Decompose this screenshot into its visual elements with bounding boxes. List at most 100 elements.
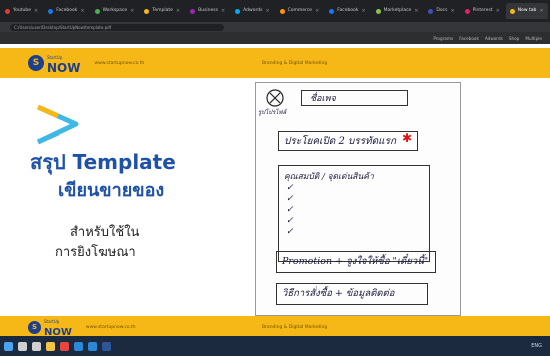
check-icon: ✓ [286, 205, 294, 215]
profile-image-label: รูปโปรไฟล์ [258, 109, 287, 116]
footer-site-url: www.startupnow.co.th [85, 324, 136, 330]
profile-circle-icon [266, 89, 284, 107]
page-name-label: ชื่อเพจ [310, 94, 336, 104]
tab-close-icon[interactable]: × [539, 3, 543, 19]
bookmark-item[interactable]: Shop [509, 36, 520, 41]
tab-favicon-icon [48, 8, 54, 14]
bookmark-item[interactable]: Programs [433, 36, 453, 41]
tab-favicon-icon [329, 8, 335, 14]
address-bar[interactable]: C:/Users/user/Desktop/StartUpNow/templat… [10, 23, 224, 31]
browser-tab[interactable]: Workspace × [91, 3, 139, 19]
system-tray-language[interactable]: ENG [531, 343, 542, 349]
task-view-icon[interactable] [32, 341, 41, 351]
mail-icon[interactable] [88, 341, 97, 351]
browser-tab-bar: Youtube × Facebook × Workspace × Template × Busi… [0, 0, 550, 22]
tab-close-icon[interactable]: × [450, 3, 454, 19]
tab-favicon-icon [144, 8, 150, 14]
tab-close-icon[interactable]: × [34, 3, 38, 19]
logo-big-text: NOW [44, 327, 72, 336]
check-icon: ✓ [286, 216, 294, 226]
slide-subtitle-line-2: การยิงโฆษณา [55, 245, 136, 260]
startupnow-logo: S StartUp NOW [28, 52, 80, 74]
browser-tab[interactable]: Pinterest × [461, 3, 504, 19]
tab-close-icon[interactable]: × [361, 3, 365, 19]
tab-favicon-icon [190, 8, 196, 14]
windows-taskbar: ENG [0, 336, 550, 356]
browser-tab[interactable]: Docs × [424, 3, 458, 19]
slide-header-bar: S StartUp NOW www.startupnow.co.th Brand… [0, 48, 550, 78]
tab-close-icon[interactable]: × [80, 3, 84, 19]
tab-label: Business [198, 8, 218, 13]
tab-label: Youtube [13, 8, 31, 13]
tab-label: Template [152, 8, 173, 13]
logo-small-text: StartUp [44, 319, 60, 324]
slide-title-line-1: สรุป Template [30, 150, 176, 174]
browser-tab[interactable]: New tab × [505, 3, 548, 19]
tab-close-icon[interactable]: × [176, 3, 180, 19]
store-icon[interactable] [74, 341, 83, 351]
star-mark-icon: ✱ [402, 131, 413, 145]
bookmark-item[interactable]: Adwords [485, 36, 503, 41]
browser-tab[interactable]: Youtube × [1, 3, 42, 19]
tab-favicon-icon [375, 8, 381, 14]
tab-favicon-icon [464, 8, 470, 14]
browser-tab[interactable]: Facebook × [325, 3, 369, 19]
tab-close-icon[interactable]: × [496, 3, 500, 19]
bookmark-item[interactable]: Facebook [459, 36, 479, 41]
check-icon: ✓ [286, 227, 294, 237]
promotion-label: Promotion + จูงใจให้ซื้อ "เดี๋ยวนี้" [282, 256, 429, 267]
browser-tab[interactable]: Adwords × [231, 3, 273, 19]
tab-close-icon[interactable]: × [315, 3, 319, 19]
browser-tab[interactable]: Marketplace × [372, 3, 423, 19]
check-icon: ✓ [286, 183, 294, 193]
slide-subtitle-line-1: สำหรับใช้ใน [70, 225, 140, 240]
tab-favicon-icon [428, 8, 434, 14]
opening-line-label: ประโยคเปิด 2 บรรทัดแรก [284, 136, 397, 147]
tab-label: New tab [517, 8, 537, 13]
tab-label: Facebook [56, 8, 78, 13]
tab-favicon-icon [235, 8, 241, 14]
tab-label: Facebook [337, 8, 359, 13]
handwritten-note-paper: ชื่อเพจ รูปโปรไฟล์ ประโยคเปิด 2 บรรทัดแร… [255, 82, 461, 316]
benefits-label: คุณสมบัติ / จุดเด่นสินค้า [284, 172, 374, 182]
play-arrow-logo-icon [36, 104, 79, 145]
startupnow-footer-logo: S StartUp NOW [28, 316, 72, 336]
logo-mark-icon: S [28, 320, 41, 334]
tab-favicon-icon [5, 8, 10, 14]
tab-label: Adwords [243, 8, 263, 13]
tab-favicon-icon [279, 8, 285, 14]
tab-close-icon[interactable]: × [221, 3, 225, 19]
browser-tab[interactable]: Commerce × [276, 3, 324, 19]
footer-tagline: Branding & Digital Marketing [262, 324, 328, 330]
browser-tab[interactable]: Template × [140, 3, 184, 19]
tab-label: Docs [436, 8, 448, 13]
word-icon[interactable] [102, 341, 111, 351]
order-info-label: วิธีการสั่งซื้อ + ข้อมูลติดต่อ [282, 288, 395, 299]
browser-tab[interactable]: Business × [186, 3, 229, 19]
chrome-icon[interactable] [60, 341, 69, 351]
header-tagline: Branding & Digital Marketing [262, 60, 328, 66]
presentation-slide: S StartUp NOW www.startupnow.co.th Brand… [0, 44, 550, 336]
tab-favicon-icon [509, 8, 515, 14]
slide-title-line-2: เขียนขายของ [58, 180, 165, 201]
logo-big-text: NOW [47, 61, 81, 75]
tab-label: Marketplace [383, 8, 412, 13]
check-icon: ✓ [286, 194, 294, 204]
tab-close-icon[interactable]: × [130, 3, 134, 19]
tab-favicon-icon [94, 8, 100, 14]
tab-label: Pinterest [472, 8, 493, 13]
bookmarks-bar: Programs Facebook Adwords Shop Multiple [0, 32, 550, 44]
address-bar-row: C:/Users/user/Desktop/StartUpNow/templat… [0, 22, 550, 32]
tab-label: Workspace [102, 8, 128, 13]
slide-footer-bar: S StartUp NOW www.startupnow.co.th Brand… [0, 316, 550, 336]
search-icon[interactable] [18, 341, 27, 351]
tab-close-icon[interactable]: × [414, 3, 418, 19]
browser-tab[interactable]: Facebook × [44, 3, 88, 19]
logo-mark-icon: S [28, 55, 44, 71]
tab-label: Commerce [287, 8, 313, 13]
explorer-icon[interactable] [46, 341, 55, 351]
header-site-url: www.startupnow.co.th [94, 60, 145, 66]
bookmark-item[interactable]: Multiple [525, 36, 542, 41]
tab-close-icon[interactable]: × [265, 3, 269, 19]
windows-icon[interactable] [4, 341, 13, 351]
